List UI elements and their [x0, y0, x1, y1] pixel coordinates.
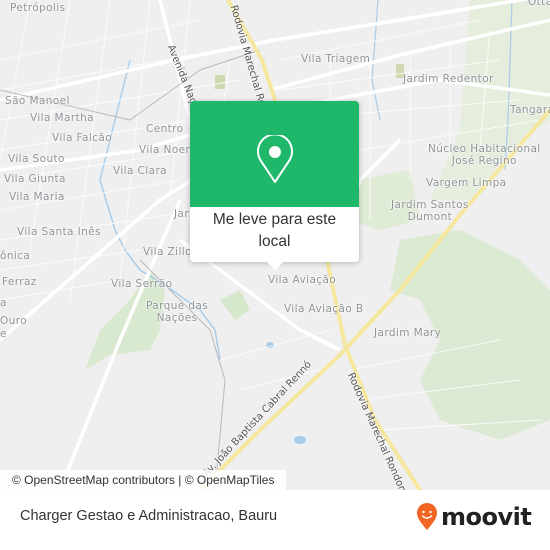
popup-pointer: [267, 262, 283, 270]
take-me-here-button[interactable]: Me leve para este local: [190, 207, 359, 253]
map-label-jardim-mary: Jardim Mary: [374, 327, 442, 339]
place-name: Charger Gestao e Administracao, Bauru: [20, 508, 278, 524]
map-label-vargem-limpa: Vargem Limpa: [426, 177, 507, 189]
map-label-jardim-santos-dumont: Jardim Santos Dumont: [391, 199, 469, 223]
map-label-ouro: Ouro: [0, 315, 28, 327]
map-label-vila-zillo: Vila Zillo: [143, 246, 192, 258]
map-label-jardim-redentor: Jardim Redentor: [403, 73, 494, 85]
footer-bar: Charger Gestao e Administracao, Bauru mo…: [0, 490, 550, 550]
map-attribution[interactable]: © OpenStreetMap contributors | © OpenMap…: [0, 470, 287, 490]
map-label-parque-das-nacoes: Parque das Nações: [146, 300, 209, 324]
map-label-nucleo-jose-regino: Núcleo Habitacional José Regino: [428, 143, 541, 167]
map-pin-icon: [257, 135, 293, 183]
map-label-vila-triagem: Vila Triagem: [301, 53, 371, 65]
map-label-centro: Centro: [146, 123, 184, 135]
map-label-vila-falcao: Vila Falcão: [52, 132, 113, 144]
map-label-e: e: [0, 328, 7, 340]
map-label-vila-serrao: Vila Serrão: [111, 278, 173, 290]
map-label-vila-clara: Vila Clara: [113, 165, 167, 177]
map-label-vila-maria: Vila Maria: [9, 191, 65, 203]
map-label-vila-aviacao: Vila Aviação: [268, 274, 337, 286]
map-label-ferraz: Ferraz: [2, 276, 37, 288]
map-label-tangara: Tangará: [510, 104, 550, 116]
map-label-vila-santa-ines: Vila Santa Inês: [17, 226, 101, 238]
map-label-jar: Jar: [174, 208, 190, 220]
map-label-a: a: [0, 297, 7, 309]
moovit-logo[interactable]: moovit: [416, 502, 532, 532]
map-label-vila-martha: Vila Martha: [30, 112, 94, 124]
map-label-vila-noem: Vila Noem: [139, 144, 197, 156]
map-label-sao-manoel: São Manoel: [5, 95, 70, 107]
map-view[interactable]: Petrópolis São Manoel Vila Martha Vila F…: [0, 0, 550, 490]
moovit-pin-icon: [417, 503, 437, 530]
destination-popup[interactable]: Me leve para este local: [190, 101, 359, 270]
brand-name: moovit: [441, 503, 532, 531]
map-label-vila-giunta: Vila Giunta: [4, 173, 66, 185]
map-label-petropolis: Petrópolis: [10, 2, 66, 14]
popup-header: [190, 101, 359, 207]
map-label-vila-souto: Vila Souto: [8, 153, 65, 165]
map-label-otta: Otta: [528, 0, 550, 8]
map-label-monica: ônica: [0, 250, 31, 262]
map-label-vila-aviacao-b: Vila Aviação B: [284, 303, 364, 315]
